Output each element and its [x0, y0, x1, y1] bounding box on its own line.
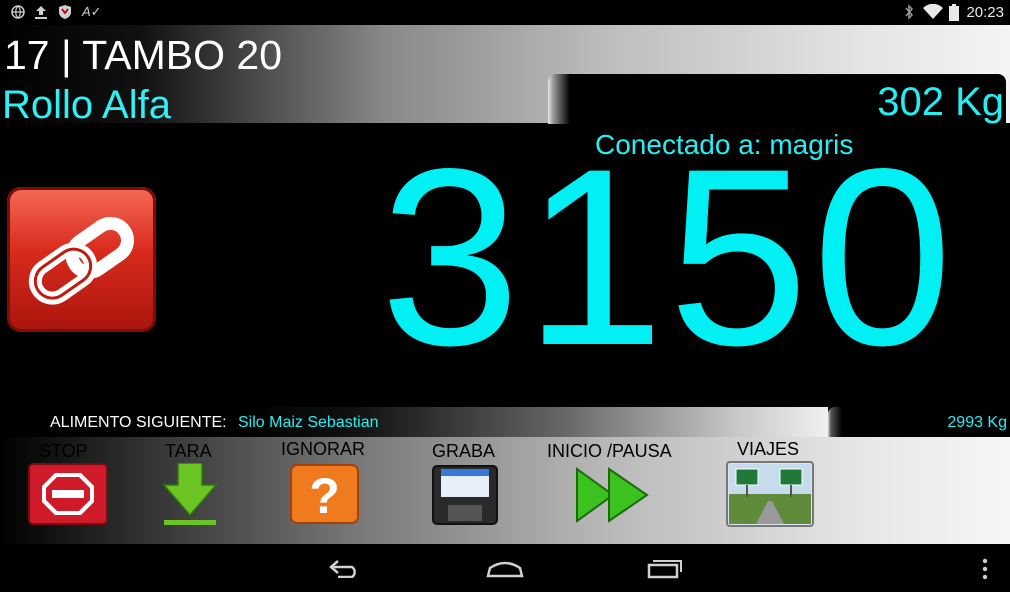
inicio-pausa-button[interactable]: INICIO /PAUSA [545, 437, 685, 544]
product-name: Rollo Alfa [2, 83, 171, 127]
menu-icon[interactable] [980, 558, 990, 580]
graba-label: GRABA [432, 441, 496, 461]
back-icon[interactable] [328, 558, 362, 578]
viajes-button[interactable]: VIAJES [725, 437, 815, 544]
next-food-value: Silo Maiz Sebastian [238, 414, 379, 431]
stop-button[interactable]: STOP [28, 437, 108, 544]
clock: 20:23 [966, 4, 1004, 21]
next-food-weight: 2993 Kg [947, 414, 1007, 431]
home-icon[interactable] [486, 560, 524, 578]
stop-label: STOP [39, 441, 88, 461]
upload-icon [34, 4, 48, 24]
status-bar: A✓ 20:23 [0, 0, 1010, 25]
bluetooth-icon [903, 4, 915, 24]
ignorar-button[interactable]: IGNORAR ? [280, 437, 370, 544]
arrow-down-icon [162, 463, 218, 525]
weight-reading: 3150 [380, 117, 957, 398]
inicio-pausa-label: INICIO /PAUSA [547, 441, 672, 461]
shield-icon [58, 4, 72, 24]
globe-icon [10, 4, 26, 24]
spellcheck-icon: A✓ [82, 4, 102, 19]
page-title: 17 | TAMBO 20 [4, 32, 283, 78]
connect-button[interactable] [7, 187, 156, 332]
viajes-label: VIAJES [737, 439, 800, 459]
next-food-weight-panel: 2993 Kg [828, 407, 1010, 437]
fast-forward-icon [576, 467, 649, 523]
ignorar-label: IGNORAR [281, 439, 366, 459]
battery-icon [948, 4, 960, 26]
floppy-disk-icon [432, 465, 498, 525]
tara-label: TARA [165, 441, 212, 461]
scale-screen: 17 | TAMBO 20 Rollo Alfa 302 Kg Conectad… [0, 25, 1010, 544]
next-food-row: ALIMENTO SIGUIENTE: Silo Maiz Sebastian … [0, 407, 1010, 437]
chain-link-icon [28, 216, 134, 305]
next-food-label: ALIMENTO SIGUIENTE: [50, 414, 227, 431]
tara-button[interactable]: TARA [160, 437, 220, 544]
system-nav-bar [0, 544, 1010, 592]
wifi-icon [923, 3, 943, 24]
route-plan-icon [726, 461, 814, 527]
svg-text:?: ? [309, 468, 340, 524]
graba-button[interactable]: GRABA [430, 437, 500, 544]
question-mark-icon: ? [290, 464, 359, 524]
stop-sign-icon [28, 463, 108, 525]
action-toolbar: STOP TARA IGNORAR ? GRABA INICIO /PAUSA … [0, 437, 1010, 544]
recents-icon[interactable] [647, 559, 683, 579]
